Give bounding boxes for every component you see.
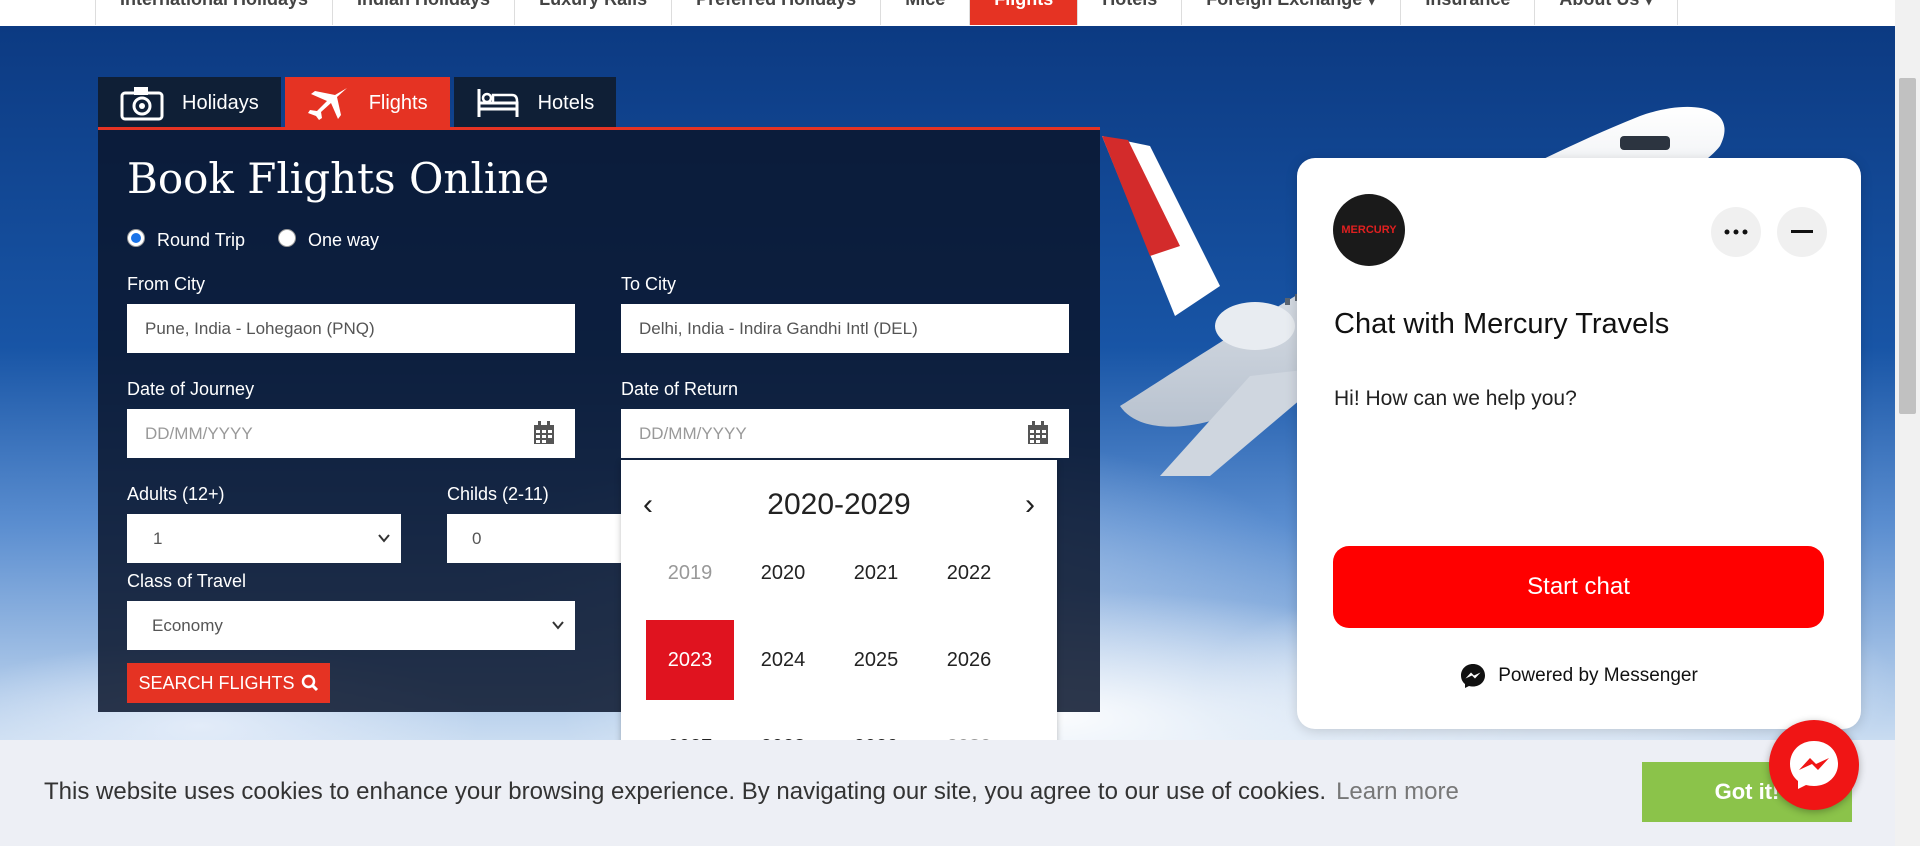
search-flights-button[interactable]: SEARCH FLIGHTS <box>127 663 330 703</box>
camera-icon <box>120 87 164 121</box>
nav-item[interactable]: Foreign Exchange ▾ <box>1182 0 1402 25</box>
messenger-icon <box>1461 664 1486 688</box>
year-cell[interactable]: 2019 <box>646 533 734 613</box>
nav-item[interactable]: About Us ▾ <box>1535 0 1679 25</box>
nav-item[interactable]: Indian Holidays <box>333 0 516 25</box>
return-date-label: Date of Return <box>621 379 739 399</box>
cookie-banner: This website uses cookies to enhance you… <box>0 740 1895 846</box>
year-picker: ‹ 2020-2029 › 2019 2020 2021 2022 2023 2024 20… <box>621 460 1057 740</box>
to-city-label: To City <box>621 274 677 294</box>
nav-item[interactable]: International Holidays <box>95 0 334 25</box>
radio-label: Round Trip <box>157 230 246 250</box>
mercury-logo: MERCURY <box>1333 194 1405 266</box>
year-cell[interactable]: 2025 <box>832 620 920 700</box>
chat-title: Chat with Mercury Travels <box>1334 308 1670 340</box>
return-date-placeholder: DD/MM/YYYY <box>639 423 747 443</box>
radio-indicator <box>127 228 145 247</box>
booking-tabs: Holidays Flights Hotels <box>98 77 620 129</box>
radio-indicator <box>278 228 296 247</box>
class-value: Economy <box>152 615 223 635</box>
to-city-input[interactable]: Delhi, India - Indira Gandhi Intl (DEL) <box>621 304 1069 353</box>
cookie-message-line: This website uses cookies to enhance you… <box>44 778 1459 806</box>
logo-text: MERCURY <box>1341 224 1397 236</box>
messenger-chat-button[interactable] <box>1769 720 1859 810</box>
powered-label: Powered by Messenger <box>1498 665 1698 686</box>
chevron-down-icon <box>378 534 390 543</box>
start-chat-button[interactable]: Start chat <box>1333 546 1824 628</box>
from-city-input[interactable]: Pune, India - Lohegaon (PNQ) <box>127 304 575 353</box>
nav-item[interactable]: Mice <box>881 0 971 25</box>
to-city-value: Delhi, India - Indira Gandhi Intl (DEL) <box>639 318 918 338</box>
decade-range[interactable]: 2020-2029 <box>621 488 1057 522</box>
year-cell[interactable]: 2024 <box>739 620 827 700</box>
year-cell[interactable]: 2023 <box>646 620 734 700</box>
minimize-button[interactable] <box>1777 207 1827 257</box>
nav-item[interactable]: Hotels <box>1078 0 1183 25</box>
plane-icon <box>307 88 347 120</box>
next-decade-button[interactable]: › <box>1025 488 1035 522</box>
tab-label: Flights <box>368 91 428 114</box>
nav-item[interactable]: Preferred Holidays <box>672 0 882 25</box>
tab-flights[interactable]: Flights <box>284 77 450 129</box>
from-city-value: Pune, India - Lohegaon (PNQ) <box>145 318 375 338</box>
form-title: Book Flights Online <box>127 154 550 203</box>
class-label: Class of Travel <box>127 571 247 591</box>
year-cell[interactable]: 2029 <box>832 707 920 741</box>
tab-label: Holidays <box>182 91 259 114</box>
tab-holidays[interactable]: Holidays <box>98 77 281 129</box>
search-label: SEARCH FLIGHTS <box>138 672 295 693</box>
powered-by: Powered by Messenger <box>1297 663 1861 689</box>
year-cell[interactable]: 2028 <box>739 707 827 741</box>
return-date-input[interactable]: DD/MM/YYYY <box>621 409 1069 458</box>
chevron-down-icon <box>552 621 564 630</box>
calendar-icon[interactable] <box>533 421 555 445</box>
learn-more-link[interactable]: Learn more <box>1336 778 1459 805</box>
nav-item[interactable]: Flights <box>970 0 1079 25</box>
nav-items: International HolidaysIndian HolidaysLux… <box>95 0 1679 25</box>
journey-date-input[interactable]: DD/MM/YYYY <box>127 409 575 458</box>
childs-label: Childs (2-11) <box>447 484 549 504</box>
from-city-label: From City <box>127 274 205 294</box>
year-cell[interactable]: 2021 <box>832 533 920 613</box>
nav-item[interactable]: Luxury Rails <box>515 0 673 25</box>
top-navigation: International HolidaysIndian HolidaysLux… <box>0 0 1895 26</box>
page-scrollbar[interactable] <box>1895 0 1920 846</box>
tab-label: Hotels <box>537 91 595 114</box>
scrollbar-thumb[interactable] <box>1899 78 1916 414</box>
adults-value: 1 <box>153 528 163 548</box>
calendar-icon[interactable] <box>1027 421 1049 445</box>
round-trip-radio[interactable]: Round Trip <box>127 228 246 251</box>
chat-widget: MERCURY Chat with Mercury Travels Hi! Ho… <box>1297 158 1861 729</box>
cookie-message: This website uses cookies to enhance you… <box>44 778 1327 805</box>
search-icon <box>301 674 318 692</box>
year-cell[interactable]: 2020 <box>739 533 827 613</box>
chat-greeting: Hi! How can we help you? <box>1334 387 1577 410</box>
more-options-button[interactable] <box>1711 207 1761 257</box>
year-cell[interactable]: 2030 <box>925 707 1013 741</box>
year-cell[interactable]: 2022 <box>925 533 1013 613</box>
tab-hotels[interactable]: Hotels <box>453 77 617 129</box>
radio-label: One way <box>308 230 380 250</box>
nav-item[interactable]: Insurance <box>1401 0 1536 25</box>
bed-icon <box>477 89 519 117</box>
one-way-radio[interactable]: One way <box>278 228 380 251</box>
childs-select[interactable]: 0 <box>447 514 627 563</box>
hero-banner: Holidays Flights Hotels Book Flights Onl… <box>0 26 1895 740</box>
journey-date-placeholder: DD/MM/YYYY <box>145 423 253 443</box>
more-icon <box>1724 229 1748 235</box>
adults-label: Adults (12+) <box>127 484 225 504</box>
minimize-icon <box>1791 230 1813 233</box>
adults-select[interactable]: 1 <box>127 514 401 563</box>
year-cell[interactable]: 2027 <box>646 707 734 741</box>
messenger-icon <box>1790 741 1838 789</box>
year-cell[interactable]: 2026 <box>925 620 1013 700</box>
journey-date-label: Date of Journey <box>127 379 255 399</box>
childs-value: 0 <box>472 528 482 548</box>
class-select[interactable]: Economy <box>127 601 575 650</box>
